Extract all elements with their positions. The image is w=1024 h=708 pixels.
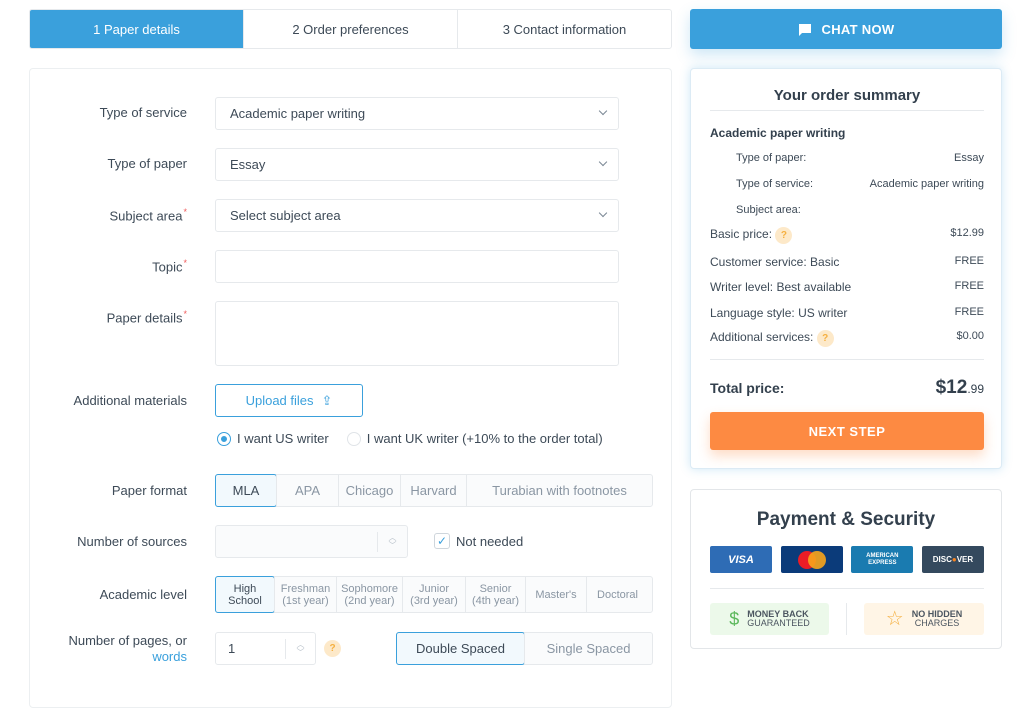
- paper-details-form: Type of service Academic paper writing T…: [29, 68, 672, 708]
- summary-line: Writer level: Best available FREE: [710, 280, 984, 294]
- amex-logo-icon: AMERICAN EXPRESS: [851, 546, 914, 573]
- stepper-icon[interactable]: ︿ ﹀: [285, 639, 315, 659]
- paper-format-label: Paper format: [111, 483, 187, 498]
- academic-level-option[interactable]: Sophomore (2nd year): [336, 577, 402, 612]
- topic-input[interactable]: [215, 250, 619, 283]
- subject-area-select[interactable]: Select subject area: [215, 199, 619, 232]
- summary-line-additional-services: Additional services: ? $0.00: [710, 330, 984, 347]
- chevron-down-icon: [598, 106, 608, 116]
- academic-level-label: Academic level: [99, 587, 187, 602]
- upload-icon: ⇪: [321, 392, 333, 408]
- additional-materials-label: Additional materials: [73, 393, 187, 408]
- divider: [710, 588, 984, 589]
- paper-details-label: Paper details*: [106, 309, 187, 326]
- step-contact-information[interactable]: 3 Contact information: [457, 10, 671, 48]
- dollar-icon: $: [729, 608, 740, 629]
- summary-detail: Type of service: Academic paper writing: [736, 178, 984, 190]
- format-turabian[interactable]: Turabian with footnotes: [466, 475, 652, 506]
- radio-selected-icon: [217, 431, 231, 446]
- stepper-icon[interactable]: ︿ ﹀: [377, 532, 407, 552]
- summary-service-heading: Academic paper writing: [710, 126, 846, 140]
- total-price: Total price: $12.99: [710, 377, 984, 398]
- type-of-paper-label: Type of paper: [107, 156, 188, 171]
- radio-unselected-icon: [346, 431, 361, 446]
- divider: [846, 603, 847, 635]
- academic-level-option[interactable]: Master's: [525, 577, 586, 612]
- words-link[interactable]: words: [152, 649, 187, 664]
- sources-input[interactable]: ︿ ﹀: [215, 525, 408, 558]
- paper-details-textarea[interactable]: [215, 301, 619, 366]
- academic-level-options: High School Freshman (1st year) Sophomore (2n…: [215, 576, 653, 613]
- number-of-sources-label: Number of sources: [77, 534, 187, 549]
- chat-now-button[interactable]: CHAT NOW: [690, 9, 1002, 49]
- academic-level-option[interactable]: Doctoral: [586, 577, 648, 612]
- format-chicago[interactable]: Chicago: [338, 475, 400, 506]
- help-icon[interactable]: ?: [816, 330, 834, 347]
- type-of-service-select[interactable]: Academic paper writing: [215, 97, 619, 130]
- no-hidden-charges-badge: ☆ NO HIDDEN CHARGES: [864, 603, 984, 635]
- not-needed-checkbox[interactable]: ✓ Not needed: [434, 533, 523, 549]
- summary-line: Customer service: Basic FREE: [710, 255, 984, 269]
- order-steps: 1 Paper details 2 Order preferences 3 Co…: [29, 9, 672, 49]
- uk-writer-radio[interactable]: I want UK writer (+10% to the order tota…: [346, 431, 603, 446]
- money-back-badge: $ MONEY BACK GUARANTEED: [710, 603, 829, 635]
- help-icon[interactable]: ?: [775, 227, 793, 244]
- academic-level-option[interactable]: Junior (3rd year): [402, 577, 465, 612]
- order-summary: Your order summary Academic paper writin…: [690, 68, 1002, 469]
- subject-area-label: Subject area*: [109, 207, 187, 224]
- checkmark-icon: ✓: [434, 533, 450, 549]
- step-order-preferences[interactable]: 2 Order preferences: [243, 10, 457, 48]
- pages-input[interactable]: 1 ︿ ﹀: [215, 632, 316, 665]
- type-of-service-label: Type of service: [99, 105, 187, 120]
- divider: [710, 359, 984, 360]
- chat-icon: [798, 23, 811, 36]
- academic-level-option[interactable]: Freshman (1st year): [274, 577, 336, 612]
- upload-files-button[interactable]: Upload files ⇪: [215, 384, 363, 417]
- payment-security: Payment & Security VISA AMERICAN EXPRESS …: [690, 489, 1002, 649]
- summary-line: Language style: US writer FREE: [710, 306, 984, 320]
- format-harvard[interactable]: Harvard: [400, 475, 466, 506]
- chevron-down-icon: [598, 208, 608, 218]
- next-step-button[interactable]: NEXT STEP: [710, 412, 984, 450]
- payment-cards: VISA AMERICAN EXPRESS DISC ● VER: [710, 546, 984, 573]
- format-mla[interactable]: MLA: [215, 474, 277, 507]
- spacing-options: Double Spaced Single Spaced: [396, 632, 653, 665]
- single-spaced-option[interactable]: Single Spaced: [524, 633, 652, 664]
- mastercard-logo-icon: [780, 546, 843, 573]
- paper-format-options: MLA APA Chicago Harvard Turabian with fo…: [215, 474, 653, 507]
- double-spaced-option[interactable]: Double Spaced: [396, 632, 525, 665]
- academic-level-option[interactable]: High School: [215, 576, 275, 613]
- payment-title: Payment & Security: [756, 509, 936, 530]
- summary-detail: Subject area:: [736, 204, 801, 216]
- star-icon: ☆: [885, 607, 904, 630]
- help-icon[interactable]: ?: [324, 640, 341, 657]
- academic-level-option[interactable]: Senior (4th year): [465, 577, 525, 612]
- summary-detail: Type of paper: Essay: [736, 152, 984, 164]
- visa-logo-icon: VISA: [710, 546, 772, 573]
- format-apa[interactable]: APA: [276, 475, 338, 506]
- discover-logo-icon: DISC ● VER: [921, 546, 984, 573]
- step-paper-details[interactable]: 1 Paper details: [30, 10, 243, 48]
- summary-title: Your order summary: [710, 81, 984, 111]
- pages-label: Number of pages, or words: [68, 633, 187, 664]
- chevron-down-icon: [598, 157, 608, 167]
- us-writer-radio[interactable]: I want US writer: [217, 431, 329, 446]
- topic-label: Topic*: [152, 258, 187, 275]
- type-of-paper-select[interactable]: Essay: [215, 148, 619, 181]
- summary-line-basic-price: Basic price: ? $12.99: [710, 227, 984, 244]
